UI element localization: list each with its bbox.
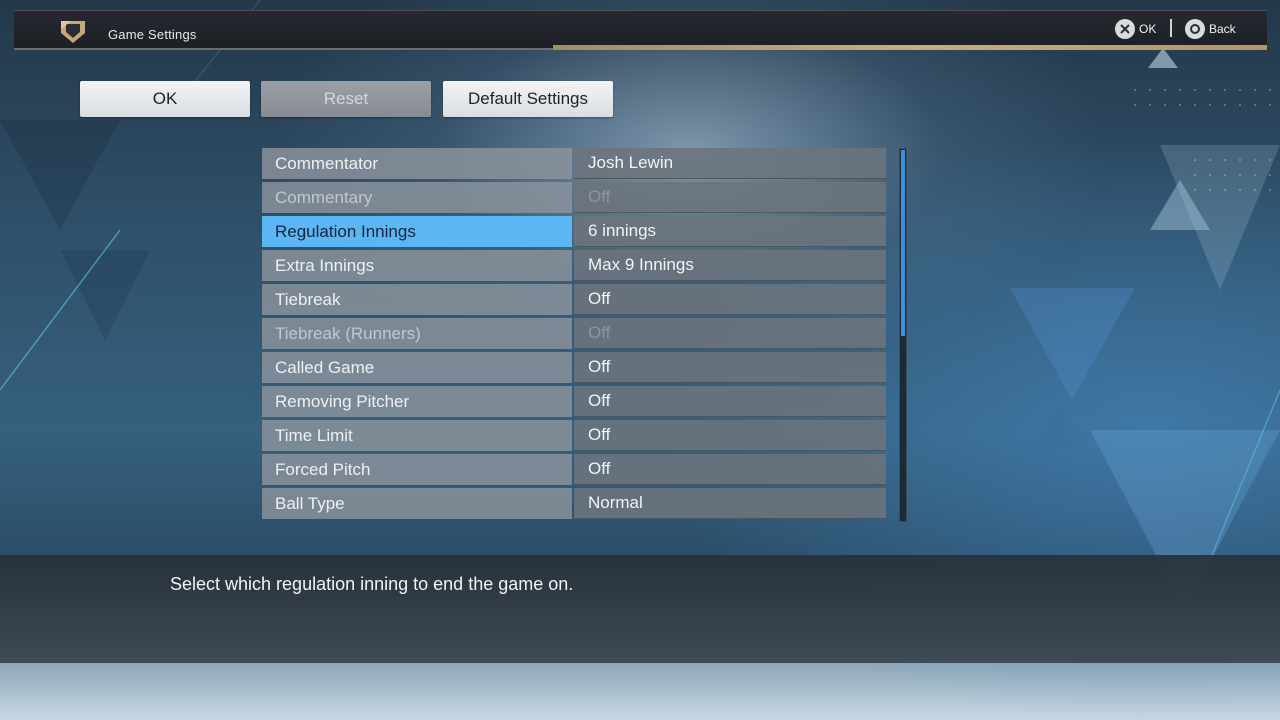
setting-label: Time Limit <box>262 420 572 451</box>
default-settings-button[interactable]: Default Settings <box>443 81 613 117</box>
setting-row-removing-pitcher[interactable]: Removing Pitcher Off <box>262 386 886 419</box>
setting-value[interactable]: Off <box>574 284 886 315</box>
back-hint[interactable]: Back <box>1185 19 1236 39</box>
setting-label: Called Game <box>262 352 572 383</box>
setting-label: Commentary <box>262 182 572 213</box>
settings-scrollbar[interactable] <box>899 148 907 522</box>
setting-label: Forced Pitch <box>262 454 572 485</box>
setting-description: Select which regulation inning to end th… <box>170 574 574 594</box>
cross-button-icon <box>1115 19 1135 39</box>
back-hint-label: Back <box>1209 22 1236 36</box>
ok-hint[interactable]: OK <box>1115 19 1157 39</box>
setting-value[interactable]: Normal <box>574 488 886 519</box>
setting-value[interactable]: Off <box>574 352 886 383</box>
setting-value[interactable]: Off <box>574 318 886 349</box>
setting-row-tiebreak[interactable]: Tiebreak Off <box>262 284 886 317</box>
header-divider <box>14 48 554 50</box>
setting-value[interactable]: Off <box>574 420 886 451</box>
setting-label: Ball Type <box>262 488 572 519</box>
ok-button[interactable]: OK <box>80 81 250 117</box>
setting-value[interactable]: Off <box>574 386 886 417</box>
header-bar <box>14 10 1267 50</box>
hint-separator <box>1170 19 1172 37</box>
ok-hint-label: OK <box>1139 22 1157 36</box>
header-accent-bar <box>553 45 1267 50</box>
setting-value[interactable]: Josh Lewin <box>574 148 886 179</box>
setting-value[interactable]: Off <box>574 182 886 213</box>
setting-row-called-game[interactable]: Called Game Off <box>262 352 886 385</box>
setting-row-forced-pitch[interactable]: Forced Pitch Off <box>262 454 886 487</box>
setting-label: Commentator <box>262 148 572 179</box>
setting-label: Removing Pitcher <box>262 386 572 417</box>
scrollbar-thumb[interactable] <box>901 150 905 336</box>
circle-button-icon <box>1185 19 1205 39</box>
setting-value[interactable]: 6 innings <box>574 216 886 247</box>
setting-row-commentary[interactable]: Commentary Off <box>262 182 886 215</box>
setting-value[interactable]: Off <box>574 454 886 485</box>
reset-button[interactable]: Reset <box>261 81 431 117</box>
setting-value[interactable]: Max 9 Innings <box>574 250 886 281</box>
page-title: Game Settings <box>108 27 197 42</box>
setting-row-commentator[interactable]: Commentator Josh Lewin <box>262 148 886 181</box>
setting-row-regulation-innings[interactable]: Regulation Innings 6 innings <box>262 216 886 249</box>
setting-row-tiebreak-runners[interactable]: Tiebreak (Runners) Off <box>262 318 886 351</box>
description-panel <box>0 555 1280 663</box>
setting-row-time-limit[interactable]: Time Limit Off <box>262 420 886 453</box>
setting-label: Tiebreak <box>262 284 572 315</box>
setting-label: Tiebreak (Runners) <box>262 318 572 349</box>
setting-row-ball-type[interactable]: Ball Type Normal <box>262 488 886 521</box>
setting-label: Regulation Innings <box>262 216 572 247</box>
home-plate-logo-icon <box>61 21 85 43</box>
setting-label: Extra Innings <box>262 250 572 281</box>
setting-row-extra-innings[interactable]: Extra Innings Max 9 Innings <box>262 250 886 283</box>
